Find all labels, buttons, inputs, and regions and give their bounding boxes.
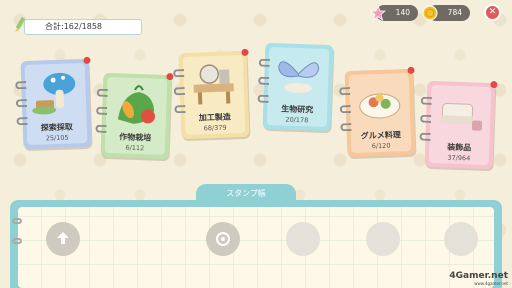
total-label: 合計:162/1858: [45, 22, 103, 31]
binder-ring: [15, 81, 27, 90]
category-decorations[interactable]: 装飾品 37/964: [419, 80, 498, 170]
category-processing-manufacturing[interactable]: 加工製造 68/379: [173, 48, 250, 140]
binder-ring: [173, 69, 185, 78]
star-gem-icon: [370, 5, 386, 21]
star-gem-value: 140: [395, 8, 410, 17]
stamp-mark-icon: [216, 232, 230, 246]
binder-ring: [420, 114, 432, 123]
category-gourmet-cooking[interactable]: グルメ料理 6/120: [339, 66, 416, 158]
category-crop-farming[interactable]: 作物栽培 6/112: [95, 72, 174, 160]
watermark: 4Gamer.net www.4gamer.net: [449, 271, 508, 286]
binder-ring: [257, 94, 269, 103]
butterfly-icon: [278, 61, 320, 94]
stamp-slot[interactable]: [206, 222, 240, 256]
gold-coin-value: 784: [447, 8, 462, 17]
binder-ring: [15, 99, 28, 108]
binder-ring: [339, 105, 351, 114]
sofa-icon: [440, 103, 483, 131]
gold-coin-counter[interactable]: 784: [422, 5, 470, 21]
stamp-slot-empty[interactable]: [286, 222, 320, 256]
total-collection-counter: 合計:162/1858: [24, 19, 142, 35]
mushroom-icon: [32, 72, 76, 115]
binder-ring: [419, 132, 431, 141]
binder-ring: [12, 238, 22, 244]
binder-ring: [339, 87, 351, 96]
stamp-slot[interactable]: [46, 222, 80, 256]
vegetables-icon: [117, 85, 155, 124]
binder-ring: [12, 218, 22, 224]
category-explore-gather[interactable]: 探索採取 25/105: [15, 56, 92, 150]
stamp-slot-empty[interactable]: [366, 222, 400, 256]
binder-ring: [258, 58, 270, 67]
stamp-mark-icon: [57, 232, 69, 244]
binder-ring: [96, 88, 108, 97]
close-button[interactable]: ✕: [484, 4, 501, 21]
stamp-book-tab[interactable]: スタンプ帳: [196, 184, 296, 204]
watermark-brand: 4Gamer.net: [449, 271, 508, 281]
binder-ring: [420, 96, 432, 105]
binder-ring: [173, 87, 185, 96]
binder-ring: [96, 106, 108, 115]
dish-icon: [359, 93, 401, 119]
category-biology-research[interactable]: 生物研究 20/178: [257, 42, 334, 132]
watermark-url: www.4gamer.net: [474, 281, 508, 286]
stamp-book-page: [18, 207, 494, 288]
stamp-book-title: スタンプ帳: [226, 189, 266, 198]
binder-ring: [258, 76, 270, 85]
workbench-icon: [193, 64, 234, 105]
star-gem-counter[interactable]: 140: [370, 5, 418, 21]
stamp-slot-empty[interactable]: [444, 222, 478, 256]
gold-coin-icon: [422, 5, 438, 21]
close-icon: ✕: [488, 7, 497, 17]
